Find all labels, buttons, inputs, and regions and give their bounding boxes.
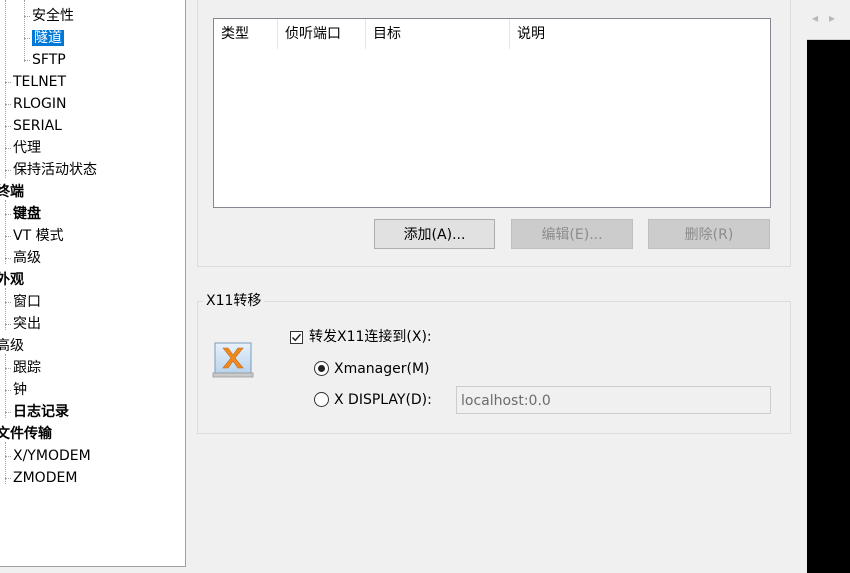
tree-item-label: ZMODEM <box>13 470 78 486</box>
tree-item[interactable]: 外观 <box>0 270 24 290</box>
tree-item-label: 保持活动状态 <box>13 162 97 178</box>
edit-button[interactable]: 编辑(E)... <box>511 219 633 249</box>
tree-line <box>24 16 30 17</box>
tree-item[interactable]: X/YMODEM <box>13 446 91 466</box>
tree-item-label: 隧道 <box>32 30 64 46</box>
tree-line <box>5 0 6 178</box>
tree-line <box>5 82 11 83</box>
tree-item-label: SERIAL <box>13 118 62 134</box>
x-display-radio-label[interactable]: X DISPLAY(D): <box>334 390 432 410</box>
check-mark-icon <box>291 333 302 342</box>
tree-item[interactable]: 窗口 <box>13 292 41 312</box>
tree-line <box>24 38 30 39</box>
tree-item-label: X/YMODEM <box>13 448 91 464</box>
tree-item-label: 日志记录 <box>13 404 69 420</box>
tree-item-label: 终端 <box>0 184 24 200</box>
tree-item[interactable]: 隧道 <box>32 28 64 48</box>
tree-item[interactable]: 钟 <box>13 380 27 400</box>
tree-line <box>5 324 11 325</box>
x-display-radio[interactable] <box>314 392 329 407</box>
tree-item-label: 突出 <box>13 316 41 332</box>
background-tab-bar: ◂ ▸ <box>807 0 850 40</box>
forward-x11-label[interactable]: 转发X11连接到(X): <box>309 327 432 347</box>
tree-line <box>5 236 11 237</box>
tree-line <box>5 148 11 149</box>
tree-item-label: SFTP <box>32 52 66 68</box>
tree-item[interactable]: 突出 <box>13 314 41 334</box>
tree-item[interactable]: 高级 <box>13 248 41 268</box>
tree-line <box>5 200 6 264</box>
tree-item-label: 文件传输 <box>0 426 52 442</box>
tree-item-label: TELNET <box>13 74 67 90</box>
tree-line <box>5 478 11 479</box>
tree-line <box>5 258 11 259</box>
tree-item-label: 高级 <box>13 250 41 266</box>
tree-item[interactable]: 日志记录 <box>13 402 69 422</box>
tree-line <box>5 104 11 105</box>
tab-scroll-right-icon[interactable]: ▸ <box>829 11 835 25</box>
tree-item[interactable]: 终端 <box>0 182 24 202</box>
tree-item-label: 跟踪 <box>13 360 41 376</box>
tab-scroll-left-icon[interactable]: ◂ <box>812 11 818 25</box>
tree-item[interactable]: 高级 <box>0 336 24 356</box>
tree-line <box>5 412 11 413</box>
tree-line <box>5 214 11 215</box>
tree-item-label: 窗口 <box>13 294 41 310</box>
tree-item[interactable]: 跟踪 <box>13 358 41 378</box>
category-tree[interactable]: 安全性隧道 SFTP TELNET RLOGIN SERIAL 代理保持活动状态终端键盘 V… <box>0 0 186 567</box>
tree-item-label: 高级 <box>0 338 24 354</box>
tree-item-label: 安全性 <box>32 8 74 24</box>
tree-item-label: 键盘 <box>13 206 41 222</box>
tree-item[interactable]: VT 模式 <box>13 226 64 246</box>
xmanager-radio-label[interactable]: Xmanager(M) <box>334 359 430 379</box>
radio-selected-dot <box>318 365 325 372</box>
column-type[interactable]: 类型 <box>214 19 278 49</box>
tree-item-label: VT 模式 <box>13 228 64 244</box>
tree-item[interactable]: 保持活动状态 <box>13 160 97 180</box>
tree-item[interactable]: 代理 <box>13 138 41 158</box>
tree-item[interactable]: 键盘 <box>13 204 41 224</box>
tree-line <box>5 170 11 171</box>
tunnel-list[interactable]: 类型 侦听端口 目标 说明 <box>213 18 771 208</box>
tree-item[interactable]: RLOGIN <box>13 94 67 114</box>
tree-item-label: 外观 <box>0 272 24 288</box>
tree-line <box>5 456 11 457</box>
background-terminal-window <box>807 0 850 573</box>
tree-item[interactable]: 文件传输 <box>0 424 52 444</box>
tree-line <box>5 302 11 303</box>
tree-item-label: RLOGIN <box>13 96 67 112</box>
column-target[interactable]: 目标 <box>366 19 510 49</box>
x-display-input[interactable]: localhost:0.0 <box>456 386 771 414</box>
tree-item[interactable]: ZMODEM <box>13 468 77 488</box>
add-button[interactable]: 添加(A)... <box>374 219 495 249</box>
tree-line <box>5 390 11 391</box>
delete-button[interactable]: 删除(R) <box>648 219 770 249</box>
tree-line <box>24 60 30 61</box>
tree-item-label: 代理 <box>13 140 41 156</box>
xmanager-radio[interactable] <box>314 361 329 376</box>
column-listen-port[interactable]: 侦听端口 <box>278 19 366 49</box>
column-description[interactable]: 说明 <box>510 19 770 49</box>
tree-item[interactable]: 安全性 <box>32 6 74 26</box>
tree-line <box>5 354 6 418</box>
tree-line <box>24 0 25 62</box>
forward-x11-checkbox[interactable] <box>290 331 303 344</box>
tree-item[interactable]: SFTP <box>32 50 66 70</box>
tree-item[interactable]: SERIAL <box>13 116 62 136</box>
tree-line <box>5 368 11 369</box>
tree-item[interactable]: TELNET <box>13 72 66 92</box>
tree-item-label: 钟 <box>13 382 27 398</box>
x11-group-title: X11转移 <box>203 291 265 311</box>
xmanager-icon <box>212 342 254 378</box>
tree-line <box>5 126 11 127</box>
